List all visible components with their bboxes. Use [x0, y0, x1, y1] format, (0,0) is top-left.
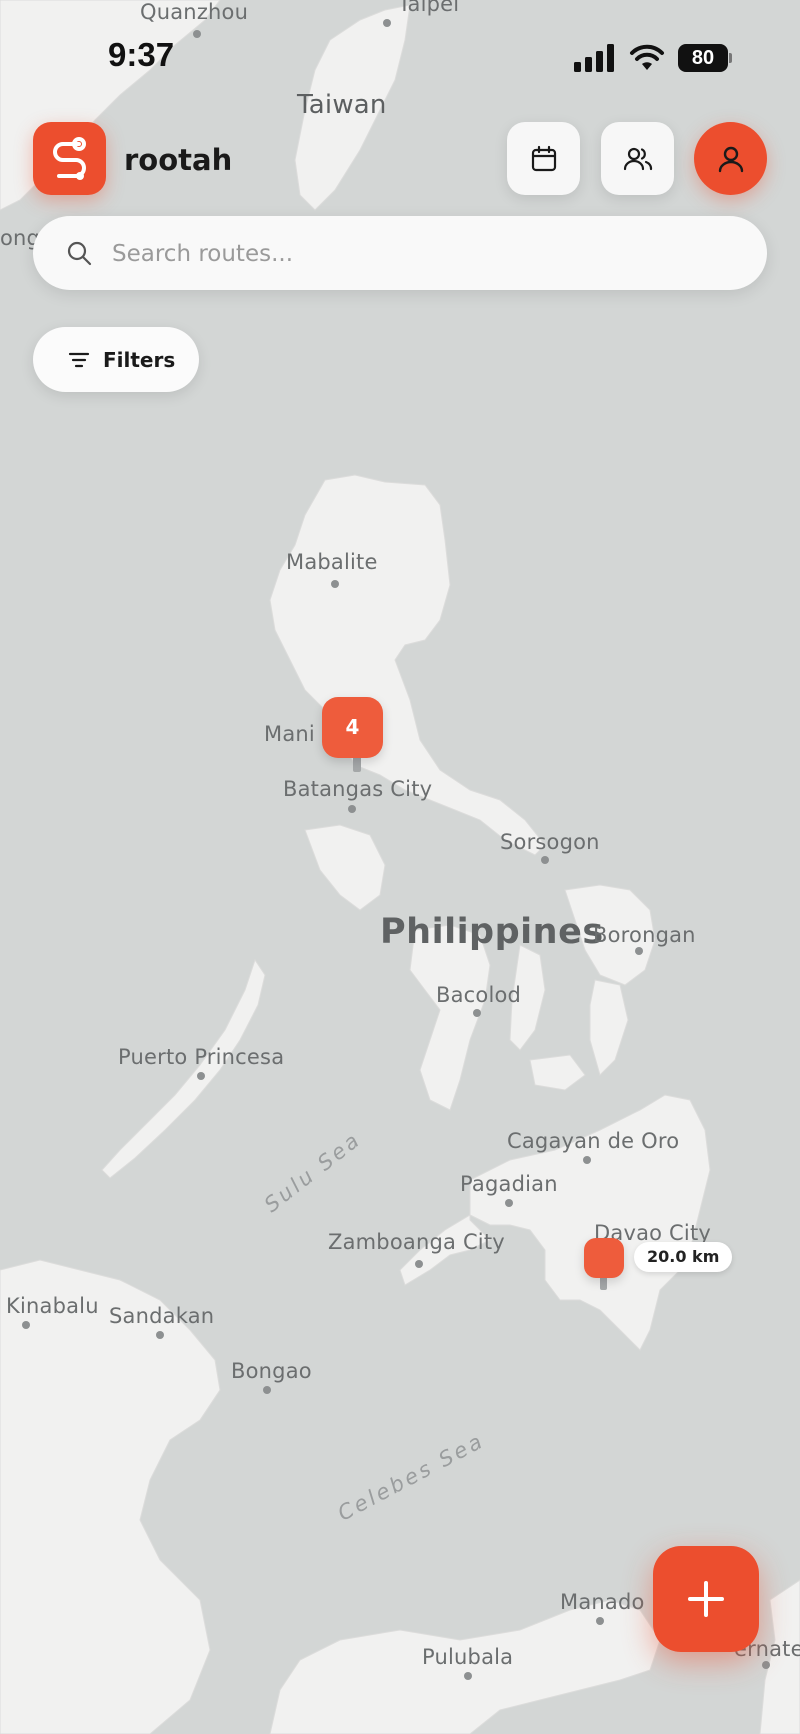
map-label-sandakan: Sandakan: [109, 1304, 215, 1328]
profile-button[interactable]: [694, 122, 767, 195]
map-city-dot: [635, 947, 643, 955]
map-city-dot: [505, 1199, 513, 1207]
route-marker-stem: [600, 1276, 607, 1290]
filters-button[interactable]: Filters: [33, 327, 199, 392]
map-city-dot: [263, 1386, 271, 1394]
map-city-dot: [156, 1331, 164, 1339]
map-city-dot: [197, 1072, 205, 1080]
map-city-dot: [348, 805, 356, 813]
search-icon: [67, 241, 92, 266]
map-label-manila: Mani: [264, 722, 315, 746]
map-label-puerto-princesa: Puerto Princesa: [118, 1045, 285, 1069]
map-label-bongao: Bongao: [231, 1359, 312, 1383]
status-time: 9:37: [108, 36, 175, 73]
map-city-dot: [464, 1672, 472, 1680]
map-label-philippines: Philippines: [380, 912, 604, 952]
map-city-dot: [473, 1009, 481, 1017]
cellular-signal-icon: [574, 44, 614, 72]
route-cluster-marker[interactable]: 4: [322, 697, 383, 758]
battery-indicator: 80: [678, 44, 728, 72]
calendar-icon: [531, 145, 556, 171]
users-icon: [623, 147, 652, 170]
users-button[interactable]: [601, 122, 674, 195]
cluster-marker-stem: [353, 756, 361, 772]
brand-name: rootah: [124, 143, 233, 177]
map-city-dot: [331, 580, 339, 588]
map-label-kinabalu: Kinabalu: [6, 1294, 99, 1318]
user-icon: [718, 146, 743, 172]
filter-icon: [68, 352, 90, 367]
map-label-borongan: Borongan: [593, 923, 696, 947]
map-label-mabalite: Mabalite: [286, 550, 378, 574]
map-label-bacolod: Bacolod: [436, 983, 522, 1007]
map-label-cagayan-de-oro: Cagayan de Oro: [507, 1129, 680, 1153]
search-input[interactable]: [110, 234, 734, 274]
map-label-batangas: Batangas City: [283, 777, 433, 801]
route-marker[interactable]: [584, 1238, 624, 1278]
map-label-zamboanga: Zamboanga City: [328, 1230, 505, 1254]
app-logo[interactable]: [33, 122, 106, 195]
map-label-manado: Manado: [560, 1590, 645, 1614]
add-route-button[interactable]: [653, 1546, 759, 1652]
map-city-dot: [541, 856, 549, 864]
status-bar: 9:37 80: [0, 0, 800, 100]
map-label-sorsogon: Sorsogon: [500, 830, 600, 854]
map-label-pulubala: Pulubala: [422, 1645, 514, 1669]
map-city-dot: [415, 1260, 423, 1268]
route-logo-icon: [53, 137, 86, 180]
map-city-dot: [596, 1617, 604, 1625]
map-city-dot: [762, 1661, 770, 1669]
battery-tip: [729, 53, 732, 63]
calendar-button[interactable]: [507, 122, 580, 195]
route-distance-badge: 20.0 km: [634, 1242, 733, 1272]
map-city-dot: [583, 1156, 591, 1164]
wifi-icon: [630, 44, 664, 70]
plus-icon: [688, 1581, 724, 1617]
filters-label: Filters: [103, 347, 176, 372]
map-city-dot: [22, 1321, 30, 1329]
map-label-pagadian: Pagadian: [460, 1172, 558, 1196]
